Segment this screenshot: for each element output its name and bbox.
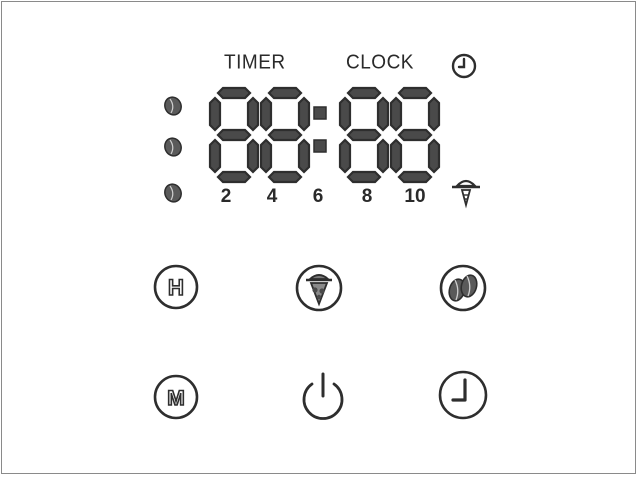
segment-f [338,96,352,132]
segment-d [346,170,382,184]
scale-2: 2 [220,186,232,207]
colon-top-dot [313,106,327,120]
power-button[interactable] [295,368,351,424]
segment-a [346,86,382,100]
segment-f [208,96,222,132]
segment-g [397,128,433,142]
scale-6: 6 [312,186,324,207]
minute-button[interactable]: M [152,373,200,421]
segment-e [338,138,352,174]
segment-g [216,128,252,142]
digit-3 [336,84,392,186]
scale-10: 10 [404,186,426,207]
digit-1 [206,84,262,186]
scale-8: 8 [361,186,373,207]
clock-icon [451,378,467,402]
segment-c [427,138,441,174]
bean-level-1-icon [162,182,184,204]
segment-g [346,128,382,142]
segment-d [397,170,433,184]
digit-2 [257,84,313,186]
segment-a [397,86,433,100]
segment-d [267,170,303,184]
clock-label: CLOCK [346,51,414,74]
scale-4: 4 [266,186,278,207]
segment-e [208,138,222,174]
coffee-beans-icon [448,274,478,302]
power-icon [302,372,344,420]
bean-level-3-icon [162,95,184,117]
segment-b [297,96,311,132]
timer-label: TIMER [224,51,286,74]
clock-indicator-icon [450,52,478,80]
bean-level-2-icon [162,136,184,158]
hour-button[interactable]: H [152,263,200,311]
segment-c [297,138,311,174]
segment-e [259,138,273,174]
segment-a [216,86,252,100]
segment-d [216,170,252,184]
segment-f [259,96,273,132]
hour-button-label: H [168,275,184,300]
segment-a [267,86,303,100]
grind-button[interactable] [294,263,344,313]
digit-4 [387,84,443,186]
colon-bottom-dot [313,139,327,153]
grinder-icon [306,274,332,307]
segment-f [389,96,403,132]
grinder-indicator-icon [451,174,481,209]
clock-button[interactable] [437,369,489,421]
control-panel: TIMER CLOCK 2 4 6 8 10 H M [1,1,636,474]
minute-button-label: M [167,387,185,410]
segment-g [267,128,303,142]
segment-e [389,138,403,174]
beans-button[interactable] [438,263,488,313]
segment-b [427,96,441,132]
